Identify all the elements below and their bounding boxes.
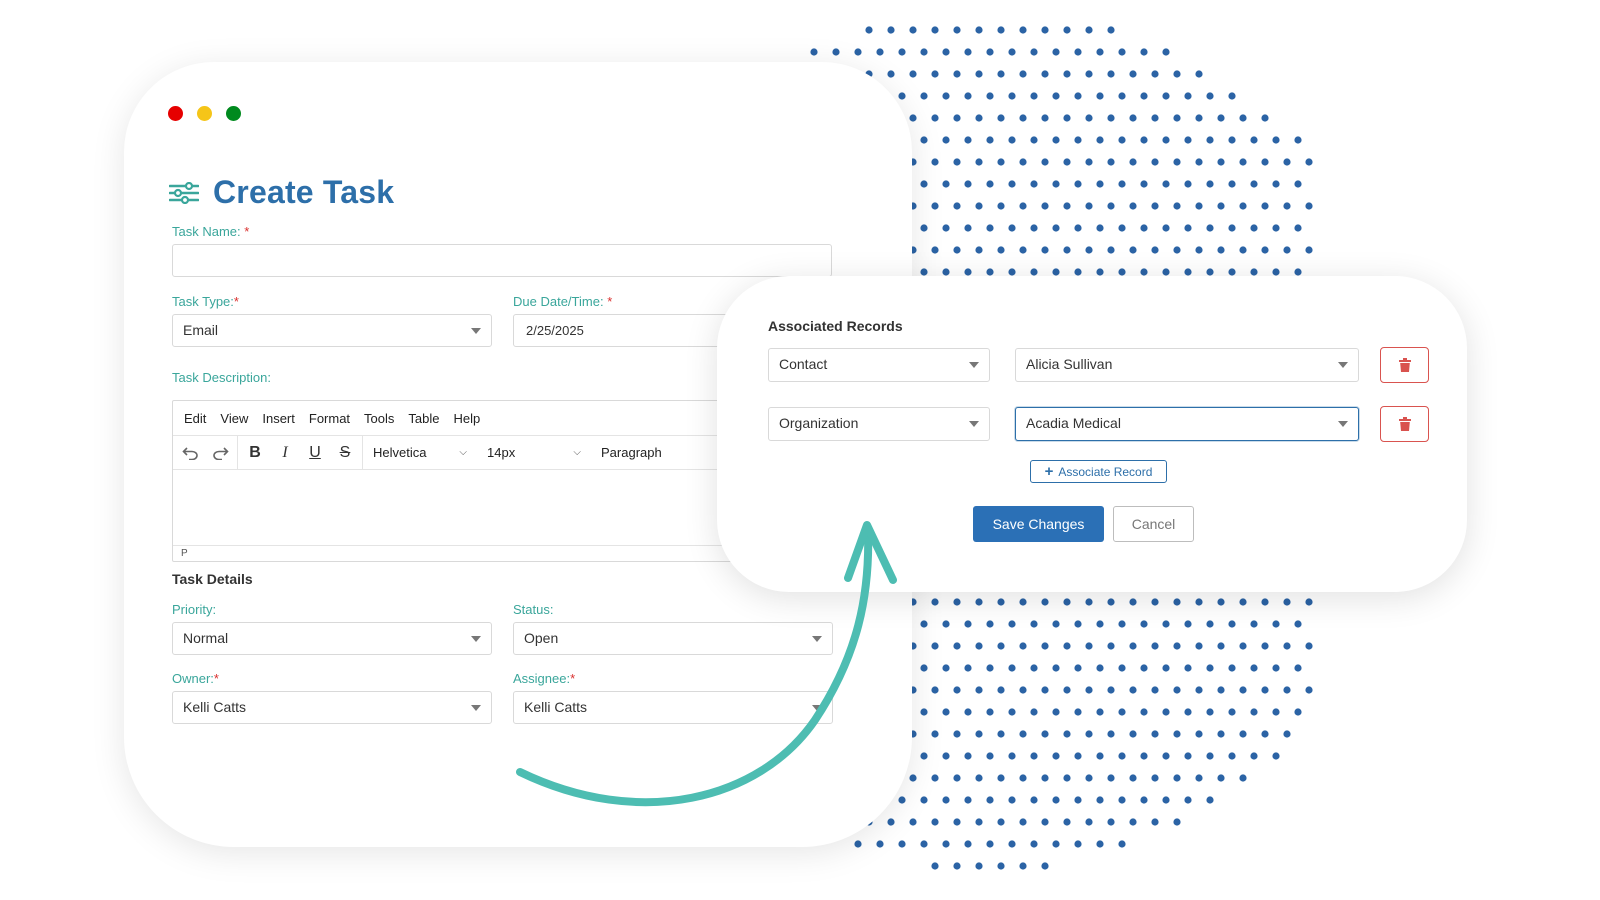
- font-family-select[interactable]: Helvetica ⌵: [363, 436, 477, 469]
- chevron-down-icon: [471, 636, 481, 642]
- record-type-select-1[interactable]: Contact: [768, 348, 990, 382]
- task-type-label: Task Type:*: [172, 294, 239, 309]
- save-changes-button[interactable]: Save Changes: [973, 506, 1104, 542]
- editor-toolbar: B I U S Helvetica ⌵ 14px ⌵ Paragraph: [173, 436, 731, 470]
- sliders-icon: [169, 181, 199, 204]
- menu-table[interactable]: Table: [408, 411, 439, 426]
- chevron-down-icon: ⌵: [573, 447, 581, 458]
- window-controls: [168, 106, 241, 121]
- record-select-1[interactable]: Alicia Sullivan: [1015, 348, 1359, 382]
- assignee-label: Assignee:*: [513, 671, 576, 686]
- associate-record-button[interactable]: + Associate Record: [1030, 460, 1167, 483]
- task-type-select[interactable]: Email: [172, 314, 492, 347]
- menu-tools[interactable]: Tools: [364, 411, 394, 426]
- chevron-down-icon: [812, 705, 822, 711]
- associated-records-heading: Associated Records: [768, 318, 903, 334]
- chevron-down-icon: [969, 421, 979, 427]
- trash-icon: [1398, 417, 1411, 431]
- record-select-2[interactable]: Acadia Medical: [1015, 407, 1359, 441]
- owner-label: Owner:*: [172, 671, 219, 686]
- chevron-down-icon: [1338, 421, 1348, 427]
- status-select[interactable]: Open: [513, 622, 833, 655]
- page-title: Create Task: [213, 174, 395, 210]
- task-description-label: Task Description:: [172, 370, 271, 385]
- close-window-button[interactable]: [168, 106, 183, 121]
- strikethrough-button[interactable]: S: [336, 444, 354, 462]
- editor-menubar: Edit View Insert Format Tools Table Help: [173, 401, 731, 436]
- rich-text-editor: Edit View Insert Format Tools Table Help…: [172, 400, 732, 562]
- task-name-label: Task Name: *: [172, 224, 250, 239]
- menu-help[interactable]: Help: [453, 411, 480, 426]
- chevron-down-icon: [471, 705, 481, 711]
- associate-record-label: Associate Record: [1058, 464, 1153, 479]
- chevron-down-icon: [1338, 362, 1348, 368]
- priority-select[interactable]: Normal: [172, 622, 492, 655]
- priority-label: Priority:: [172, 602, 217, 617]
- due-date-label: Due Date/Time: *: [513, 294, 613, 309]
- delete-row-button-1[interactable]: [1380, 347, 1429, 383]
- underline-button[interactable]: U: [306, 444, 324, 462]
- delete-row-button-2[interactable]: [1380, 406, 1429, 442]
- task-details-heading: Task Details: [172, 571, 253, 587]
- menu-insert[interactable]: Insert: [262, 411, 295, 426]
- redo-icon[interactable]: [211, 444, 229, 462]
- plus-icon: +: [1044, 463, 1054, 480]
- status-label: Status:: [513, 602, 554, 617]
- cancel-button[interactable]: Cancel: [1113, 506, 1194, 542]
- undo-icon[interactable]: [181, 444, 199, 462]
- chevron-down-icon: [471, 328, 481, 334]
- italic-button[interactable]: I: [276, 444, 294, 462]
- menu-edit[interactable]: Edit: [184, 411, 206, 426]
- block-format-select[interactable]: Paragraph: [591, 436, 691, 469]
- page-header: Create Task: [169, 174, 394, 211]
- chevron-down-icon: ⌵: [459, 447, 467, 458]
- bold-button[interactable]: B: [246, 444, 264, 462]
- history-group: [173, 436, 238, 469]
- format-group: B I U S: [238, 436, 363, 469]
- owner-select[interactable]: Kelli Catts: [172, 691, 492, 724]
- associated-records-panel: Associated Records Contact Alicia Sulliv…: [717, 276, 1467, 592]
- maximize-window-button[interactable]: [226, 106, 241, 121]
- minimize-window-button[interactable]: [197, 106, 212, 121]
- chevron-down-icon: [969, 362, 979, 368]
- record-type-select-2[interactable]: Organization: [768, 407, 990, 441]
- menu-format[interactable]: Format: [309, 411, 350, 426]
- editor-path-status: P: [173, 545, 731, 561]
- menu-view[interactable]: View: [220, 411, 248, 426]
- font-size-select[interactable]: 14px ⌵: [477, 436, 591, 469]
- task-name-input[interactable]: [172, 244, 832, 277]
- chevron-down-icon: [812, 636, 822, 642]
- trash-icon: [1398, 358, 1411, 372]
- assignee-select[interactable]: Kelli Catts: [513, 691, 833, 724]
